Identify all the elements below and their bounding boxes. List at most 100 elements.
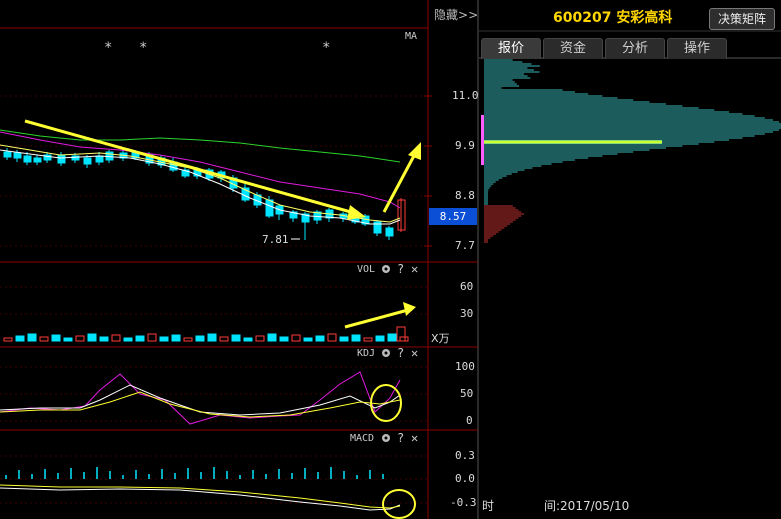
price-tick-8-8: 8.8 xyxy=(455,189,475,202)
candle-body-7 xyxy=(83,157,92,165)
volume-bar-21 xyxy=(255,335,265,342)
tab-operation[interactable]: 操作 xyxy=(667,38,727,59)
candle-body-22 xyxy=(265,199,274,217)
vol-tick-30: 30 xyxy=(460,307,474,320)
price-tick-7-7: 7.7 xyxy=(455,239,475,252)
volume-bar-30 xyxy=(363,337,373,342)
candle-body-32 xyxy=(385,227,394,237)
volume-bar-28 xyxy=(339,336,349,342)
volume-bar-14 xyxy=(171,334,181,342)
volume-bar-8 xyxy=(99,336,109,342)
event-star-3[interactable]: * xyxy=(322,40,330,56)
volume-bars xyxy=(3,326,409,342)
volume-bar-16 xyxy=(195,335,205,342)
stock-chart-canvas[interactable] xyxy=(0,0,781,519)
volume-bar-3 xyxy=(39,336,49,342)
vol-unit: X万 xyxy=(431,332,450,345)
candle-body-8 xyxy=(95,155,104,163)
price-tick-11-0: 11.0 xyxy=(452,89,479,102)
volume-bar-6 xyxy=(75,335,85,342)
volume-bar-15 xyxy=(183,337,193,342)
candle-body-0 xyxy=(3,151,12,158)
candle-body-2 xyxy=(23,155,32,163)
volume-bar-13 xyxy=(159,336,169,342)
macd-dea-line xyxy=(0,484,401,509)
macd-help-icon[interactable]: ? xyxy=(397,431,404,445)
tab-funds[interactable]: 资金 xyxy=(543,38,603,59)
stock-code: 600207 xyxy=(553,10,612,26)
event-star-1[interactable]: * xyxy=(104,40,112,56)
macd-gear-icon[interactable] xyxy=(382,434,390,442)
kdj-gear-icon[interactable] xyxy=(382,349,390,357)
volume-arrow-line xyxy=(344,308,409,329)
volume-bar-29 xyxy=(351,334,361,342)
tab-analysis[interactable]: 分析 xyxy=(605,38,665,59)
kdj-tick-0: 0 xyxy=(466,414,473,427)
price-tick-9-9: 9.9 xyxy=(455,139,475,152)
hide-label: 隐藏 xyxy=(434,8,459,22)
low-price-marker: 7.81 xyxy=(262,233,289,246)
candle-body-3 xyxy=(33,157,42,163)
volume-bar-20 xyxy=(243,337,253,342)
candle-body-5 xyxy=(57,154,66,164)
volume-bar-9 xyxy=(111,334,121,342)
rebound-arrow-head xyxy=(408,142,421,160)
vol-indicator-label[interactable]: VOL xyxy=(357,264,375,275)
downtrend-arrow-line xyxy=(24,119,359,216)
info-time-value: 间:2017/05/10 xyxy=(544,499,630,513)
volume-bar-26 xyxy=(315,335,325,342)
vol-gear-icon[interactable] xyxy=(382,265,390,273)
volume-bar-22 xyxy=(267,333,277,342)
kdj-tick-50: 50 xyxy=(460,387,474,400)
volume-arrow-head xyxy=(403,302,416,316)
volume-bar-25 xyxy=(303,337,313,342)
macd-tick-0-3: 0.3 xyxy=(455,449,475,462)
macd-histogram xyxy=(5,467,384,479)
kdj-close-icon[interactable]: ✕ xyxy=(411,346,418,360)
macd-tick-neg-0-3: -0.3 xyxy=(450,496,477,509)
vol-help-icon[interactable]: ? xyxy=(397,262,404,276)
macd-highlight-circle xyxy=(382,489,416,519)
volume-bar-27 xyxy=(327,333,337,342)
kdj-help-icon[interactable]: ? xyxy=(397,346,404,360)
candle-body-1 xyxy=(13,152,22,159)
kdj-d-line xyxy=(0,391,401,418)
chip-distribution xyxy=(484,59,781,243)
kdj-tick-100: 100 xyxy=(455,360,475,373)
volume-bar-4 xyxy=(51,334,61,342)
candle-body-6 xyxy=(71,155,80,161)
stock-title: 600207 安彩高科 xyxy=(553,7,672,27)
decision-matrix-button[interactable]: 决策矩阵 xyxy=(709,8,775,30)
current-price-badge: 8.57 xyxy=(429,208,477,225)
volume-bar-5 xyxy=(63,337,73,342)
stock-name: 安彩高科 xyxy=(616,10,673,26)
macd-close-icon[interactable]: ✕ xyxy=(411,431,418,445)
volume-bar-10 xyxy=(123,337,133,342)
volume-bar-12 xyxy=(147,333,157,342)
volume-bar-32 xyxy=(387,333,397,342)
volume-bar-11 xyxy=(135,335,145,342)
tab-quote[interactable]: 报价 xyxy=(481,38,541,59)
ma-label: MA xyxy=(405,31,418,42)
info-time-label: 时 xyxy=(482,499,495,513)
volume-bar-23 xyxy=(279,336,289,342)
kdj-j-line xyxy=(0,371,401,425)
volume-bar-7 xyxy=(87,333,97,342)
volume-bar-0 xyxy=(3,337,13,342)
volume-bar-1 xyxy=(15,335,25,342)
candlestick-series xyxy=(3,148,406,240)
volume-bar-18 xyxy=(219,336,229,342)
vol-close-icon[interactable]: ✕ xyxy=(411,262,418,276)
volume-bar-19 xyxy=(231,334,241,342)
event-star-2[interactable]: * xyxy=(139,40,147,56)
rebound-arrow-line xyxy=(382,151,418,213)
volume-bar-17 xyxy=(207,333,217,342)
hide-panel-button[interactable]: 隐藏>> xyxy=(434,6,478,23)
vol-tick-60: 60 xyxy=(460,280,474,293)
kdj-indicator-label[interactable]: KDJ xyxy=(357,348,375,359)
chevron-right-icon: >> xyxy=(458,8,479,22)
macd-dif-line xyxy=(0,487,401,511)
volume-bar-33 xyxy=(399,336,409,342)
macd-indicator-label[interactable]: MACD xyxy=(350,433,374,444)
volume-bar-31 xyxy=(375,335,385,342)
